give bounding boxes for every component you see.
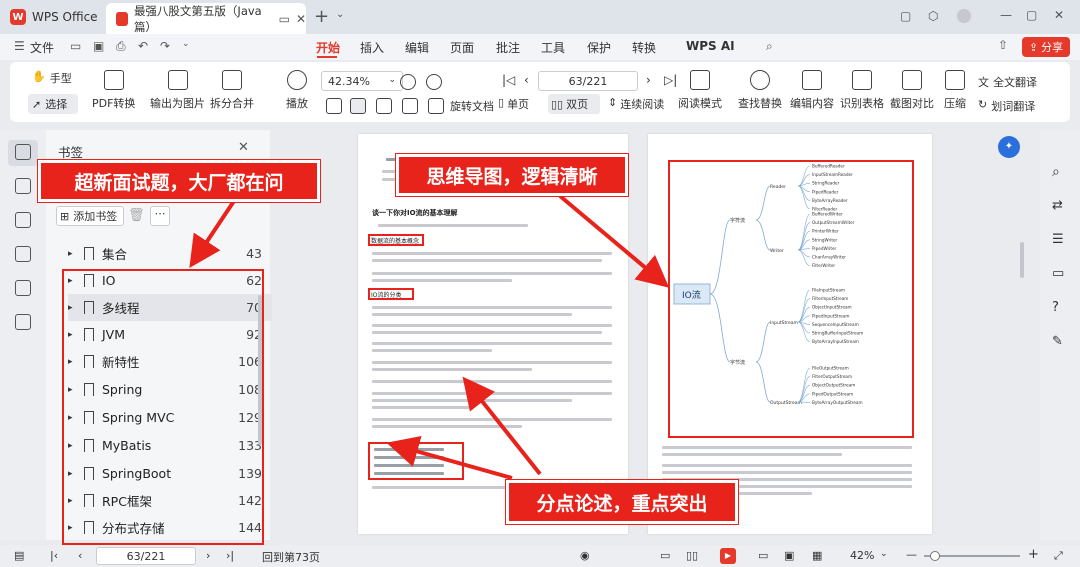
first-page-status-icon[interactable]: |‹ [50, 549, 58, 562]
callout-interview: 超新面试题，大厂都在问 [38, 160, 320, 202]
toggle-sidebar-icon[interactable]: ▤ [14, 549, 24, 562]
right-rail: ⌕ ⇄ ☰ ▭ ? ✎ [1040, 130, 1080, 540]
fit-status-icon[interactable]: ▭ [758, 549, 768, 562]
callout-points: 分点论述，重点突出 [506, 480, 738, 524]
translate-panel-icon[interactable]: ⇄ [1052, 198, 1063, 213]
back-to-page[interactable]: 回到第73页 [262, 549, 320, 565]
eye-icon[interactable]: ◉ [580, 549, 590, 562]
grid-status-icon[interactable]: ▦ [812, 549, 822, 562]
play-status-icon[interactable]: ▶ [720, 548, 736, 564]
read-panel-icon[interactable]: ▭ [1052, 266, 1064, 281]
callout-mindmap: 思维导图，逻辑清晰 [396, 154, 628, 196]
next-page-status-icon[interactable]: › [206, 549, 210, 562]
status-bar: ▤ |‹ ‹ 63/221 › ›| 回到第73页 ◉ ▭ ▯▯ ▶ ▭ ▣ ▦… [0, 545, 1080, 567]
zoom-slider-thumb[interactable] [930, 551, 940, 561]
zoom-in-status-icon[interactable]: + [1028, 547, 1039, 562]
single-view-icon[interactable]: ▭ [660, 549, 670, 562]
double-view-icon[interactable]: ▯▯ [686, 549, 698, 562]
last-page-status-icon[interactable]: ›| [226, 549, 234, 562]
prev-page-status-icon[interactable]: ‹ [78, 549, 82, 562]
zoom-status[interactable]: 42% [850, 549, 874, 562]
zoom-chevron-icon[interactable]: ⌄ [880, 549, 888, 559]
fit-page-status-icon[interactable]: ▣ [784, 549, 794, 562]
zoom-out-status-icon[interactable]: — [906, 548, 917, 561]
search-panel-icon[interactable]: ⌕ [1052, 164, 1060, 180]
status-page-input[interactable]: 63/221 [96, 547, 196, 565]
settings-sliders-icon[interactable]: ☰ [1052, 232, 1064, 247]
help-icon[interactable]: ? [1052, 300, 1059, 315]
fullscreen-icon[interactable]: ⤢ [1054, 549, 1063, 563]
pen-icon[interactable]: ✎ [1052, 334, 1063, 349]
